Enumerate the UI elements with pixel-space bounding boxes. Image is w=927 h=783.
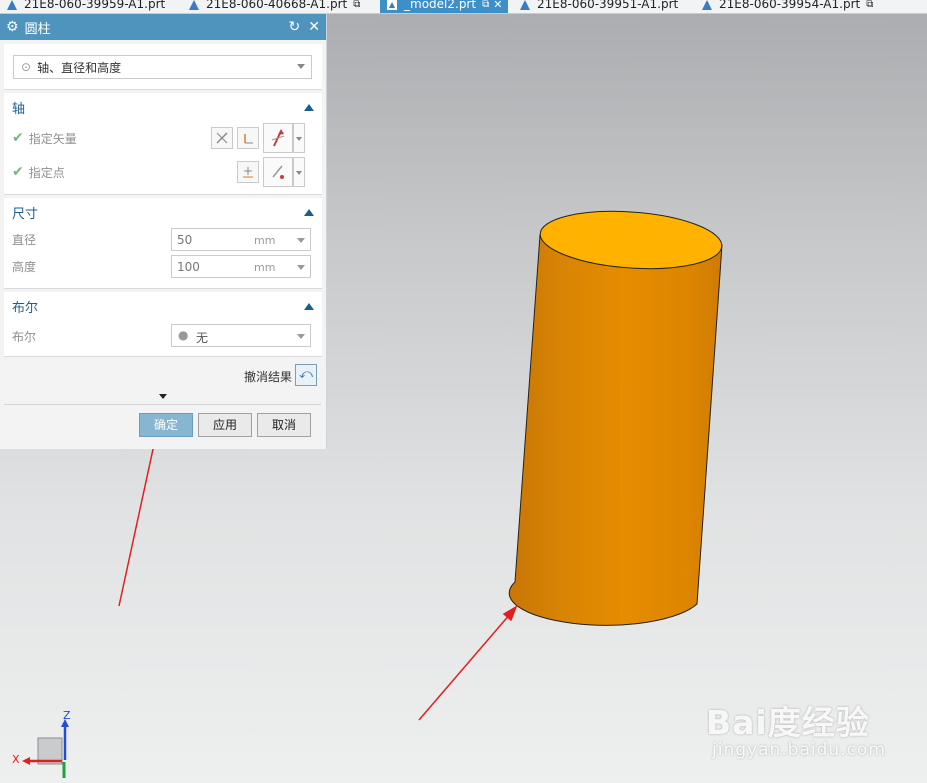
specify-vector-label: 指定矢量 [28,131,77,146]
vector-dropdown-button[interactable] [293,123,305,153]
undo-result-label: 撤消结果 [243,370,292,384]
dimensions-section: 尺寸 直径 50 mm 高度 100 mm [4,198,322,289]
more-options-arrow-icon[interactable] [159,394,167,399]
boolean-section: 布尔 布尔 ● 无 [4,292,322,357]
height-row: 高度 100 mm [4,253,322,280]
checkmark-icon: ✔ [12,130,24,146]
diameter-row: 直径 50 mm [4,226,322,253]
point-dropdown-button[interactable] [293,157,305,187]
specify-vector-row: ✔ 指定矢量 [4,121,322,155]
specify-point-row: ✔ 指定点 [4,155,322,189]
annotation-arrow-ok [118,429,160,607]
boolean-header-label: 布尔 [12,300,39,316]
specify-point-label: 指定点 [28,165,65,180]
axis-section-header[interactable]: 轴 [4,93,322,121]
part-file-icon [519,0,531,11]
chevron-down-icon [297,64,305,69]
height-unit: mm [254,261,276,274]
boolean-none-icon: ● [178,328,189,342]
document-tab-bar: 21E8-060-39959-A1.prt 21E8-060-40668-A1.… [0,0,927,14]
point-dialog-button[interactable] [237,161,259,183]
inferred-point-button[interactable] [263,157,293,187]
boolean-value: 无 [196,331,209,345]
reverse-direction-button[interactable] [211,127,233,149]
part-file-icon [701,0,713,11]
cancel-button[interactable]: 取消 [257,413,311,437]
chevron-down-icon[interactable] [297,238,305,243]
axis-section: 轴 ✔ 指定矢量 ✔ 指定点 [4,93,322,195]
part-file-icon [386,0,398,11]
close-icon[interactable]: ✕ [308,19,320,35]
diameter-unit: mm [254,234,276,247]
ok-button[interactable]: 确定 [139,413,193,437]
inferred-vector-button[interactable] [263,123,293,153]
tab-file-1[interactable]: 21E8-060-39959-A1.prt [6,0,165,13]
height-label: 高度 [12,260,37,274]
tab-file-2[interactable]: 21E8-060-40668-A1.prt ⧉ [188,0,360,13]
part-file-icon [6,0,18,11]
divider [4,404,321,405]
type-value: 轴、直径和高度 [37,60,122,75]
close-tab-icon[interactable]: ✕ [493,0,502,13]
gear-icon[interactable]: ⚙ [6,19,19,35]
boolean-row: 布尔 ● 无 [4,320,322,352]
cylinder-side [508,234,723,626]
external-link-icon[interactable]: ⧉ [866,0,873,13]
chevron-down-icon[interactable] [297,334,305,339]
diameter-label: 直径 [12,233,37,247]
external-link-icon[interactable]: ⧉ [482,0,489,13]
reset-icon[interactable]: ↻ [289,19,301,35]
boolean-dropdown[interactable]: ● 无 [171,324,311,347]
chevron-up-icon[interactable] [304,302,314,310]
type-section: ⊙ 轴、直径和高度 [4,44,322,90]
dialog-title: 圆柱 [24,21,51,37]
diameter-input[interactable]: 50 mm [171,228,311,251]
dimensions-header-label: 尺寸 [12,206,39,222]
height-input[interactable]: 100 mm [171,255,311,278]
dimensions-section-header[interactable]: 尺寸 [4,198,322,226]
cylinder-dialog: ⚙ 圆柱 ↻ ✕ ⊙ 轴、直径和高度 轴 ✔ 指定矢量 ✔ 指定点 尺寸 直径 … [0,14,327,449]
dialog-titlebar[interactable]: ⚙ 圆柱 ↻ ✕ [0,14,326,40]
triad-x-label: X [12,753,20,766]
part-file-icon [188,0,200,11]
diameter-value: 50 [177,233,193,247]
chevron-up-icon[interactable] [304,208,314,216]
boolean-label: 布尔 [12,329,37,344]
baidu-watermark-logo: Bai度经验 [706,703,870,742]
chevron-up-icon[interactable] [304,103,314,111]
type-dropdown[interactable]: ⊙ 轴、直径和高度 [13,55,312,79]
external-link-icon[interactable]: ⧉ [353,0,360,13]
undo-result-row: 撤消结果 ⤺ [0,364,326,390]
baidu-watermark-url: jingyan.baidu.com [712,740,886,760]
checkmark-icon: ✔ [12,164,24,180]
height-value: 100 [177,260,200,274]
undo-result-button[interactable]: ⤺ [295,364,317,386]
cylinder-type-icon: ⊙ [21,60,32,74]
boolean-section-header[interactable]: 布尔 [4,292,322,320]
tab-file-3-active[interactable]: _model2.prt ⧉ ✕ [380,0,509,13]
tab-file-4[interactable]: 21E8-060-39951-A1.prt [519,0,678,13]
vector-dialog-button[interactable] [237,127,259,149]
tab-file-5[interactable]: 21E8-060-39954-A1.prt ⧉ [701,0,873,13]
coordinate-triad [22,719,69,778]
chevron-down-icon[interactable] [297,265,305,270]
apply-button[interactable]: 应用 [198,413,252,437]
triad-z-label: Z [63,709,71,722]
annotation-arrow-cylinder [418,605,518,721]
axis-header-label: 轴 [12,101,26,117]
